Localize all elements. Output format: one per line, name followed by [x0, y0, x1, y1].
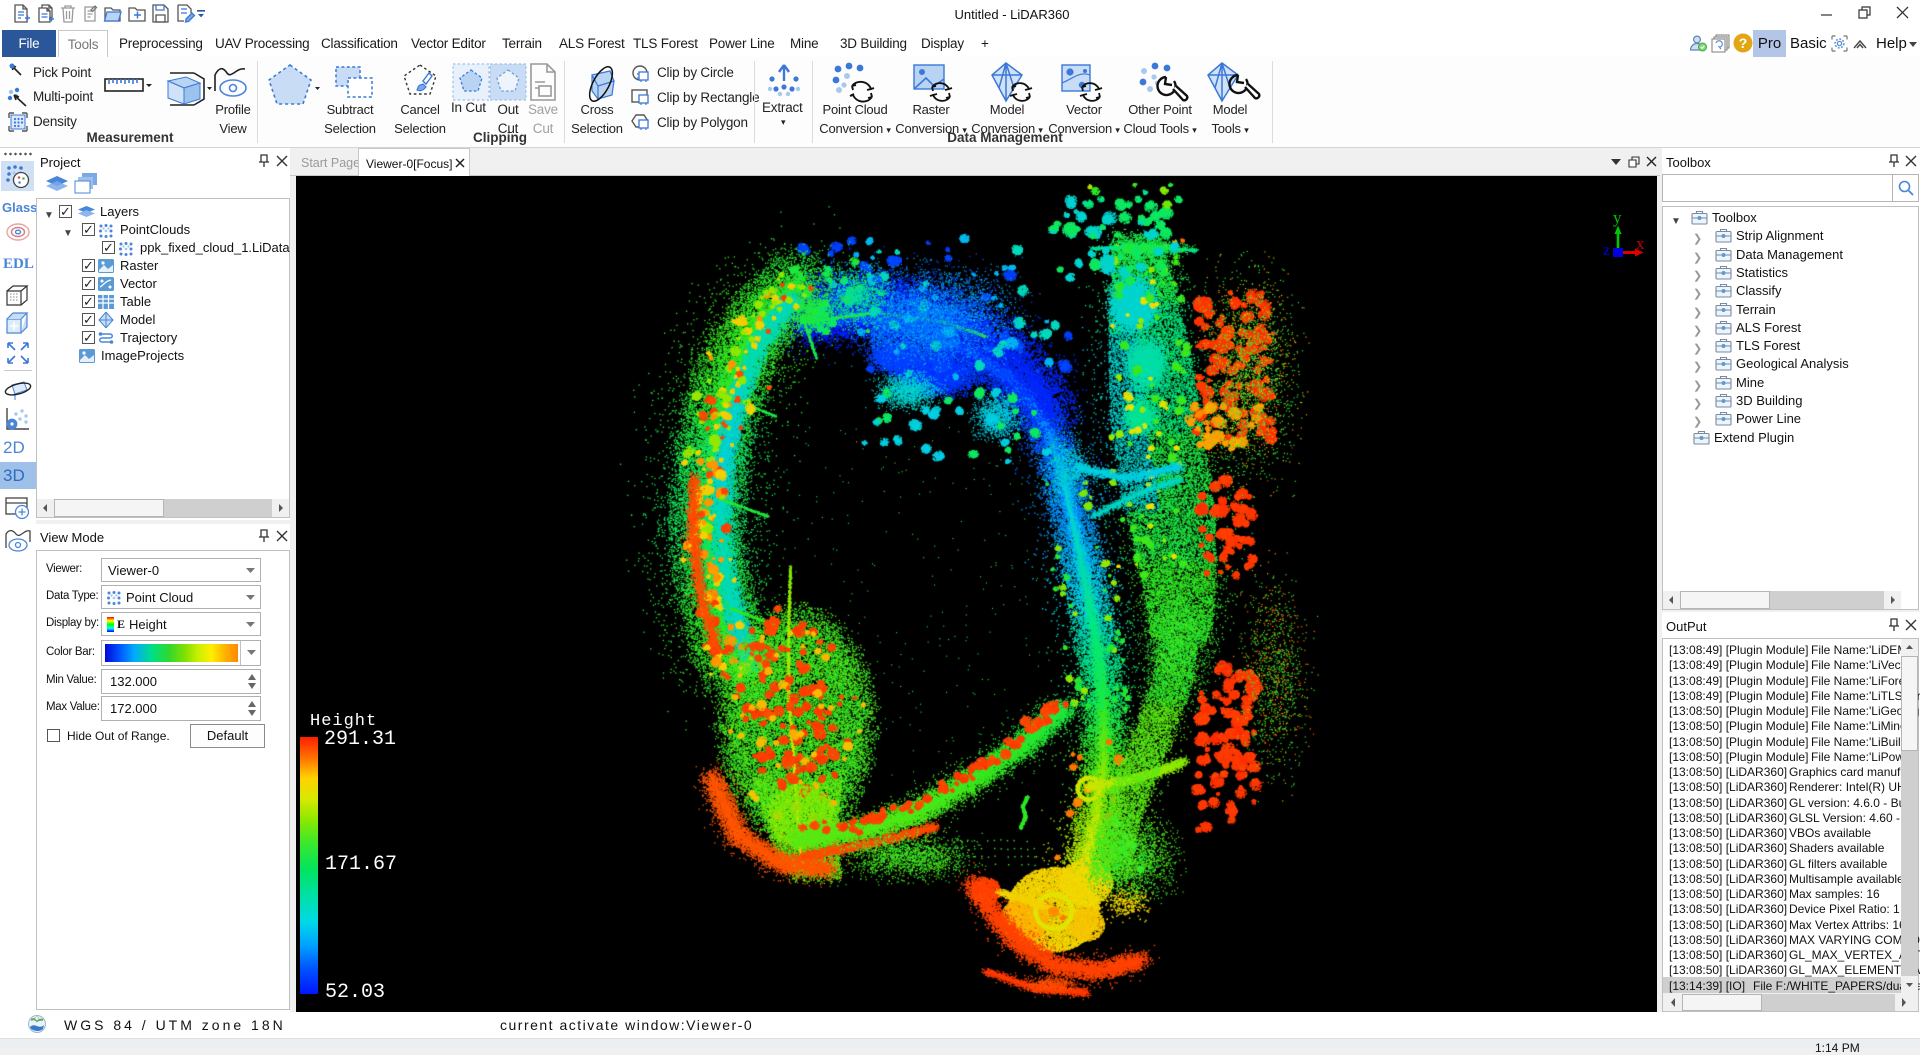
svg-text:?: ?	[1739, 35, 1748, 51]
